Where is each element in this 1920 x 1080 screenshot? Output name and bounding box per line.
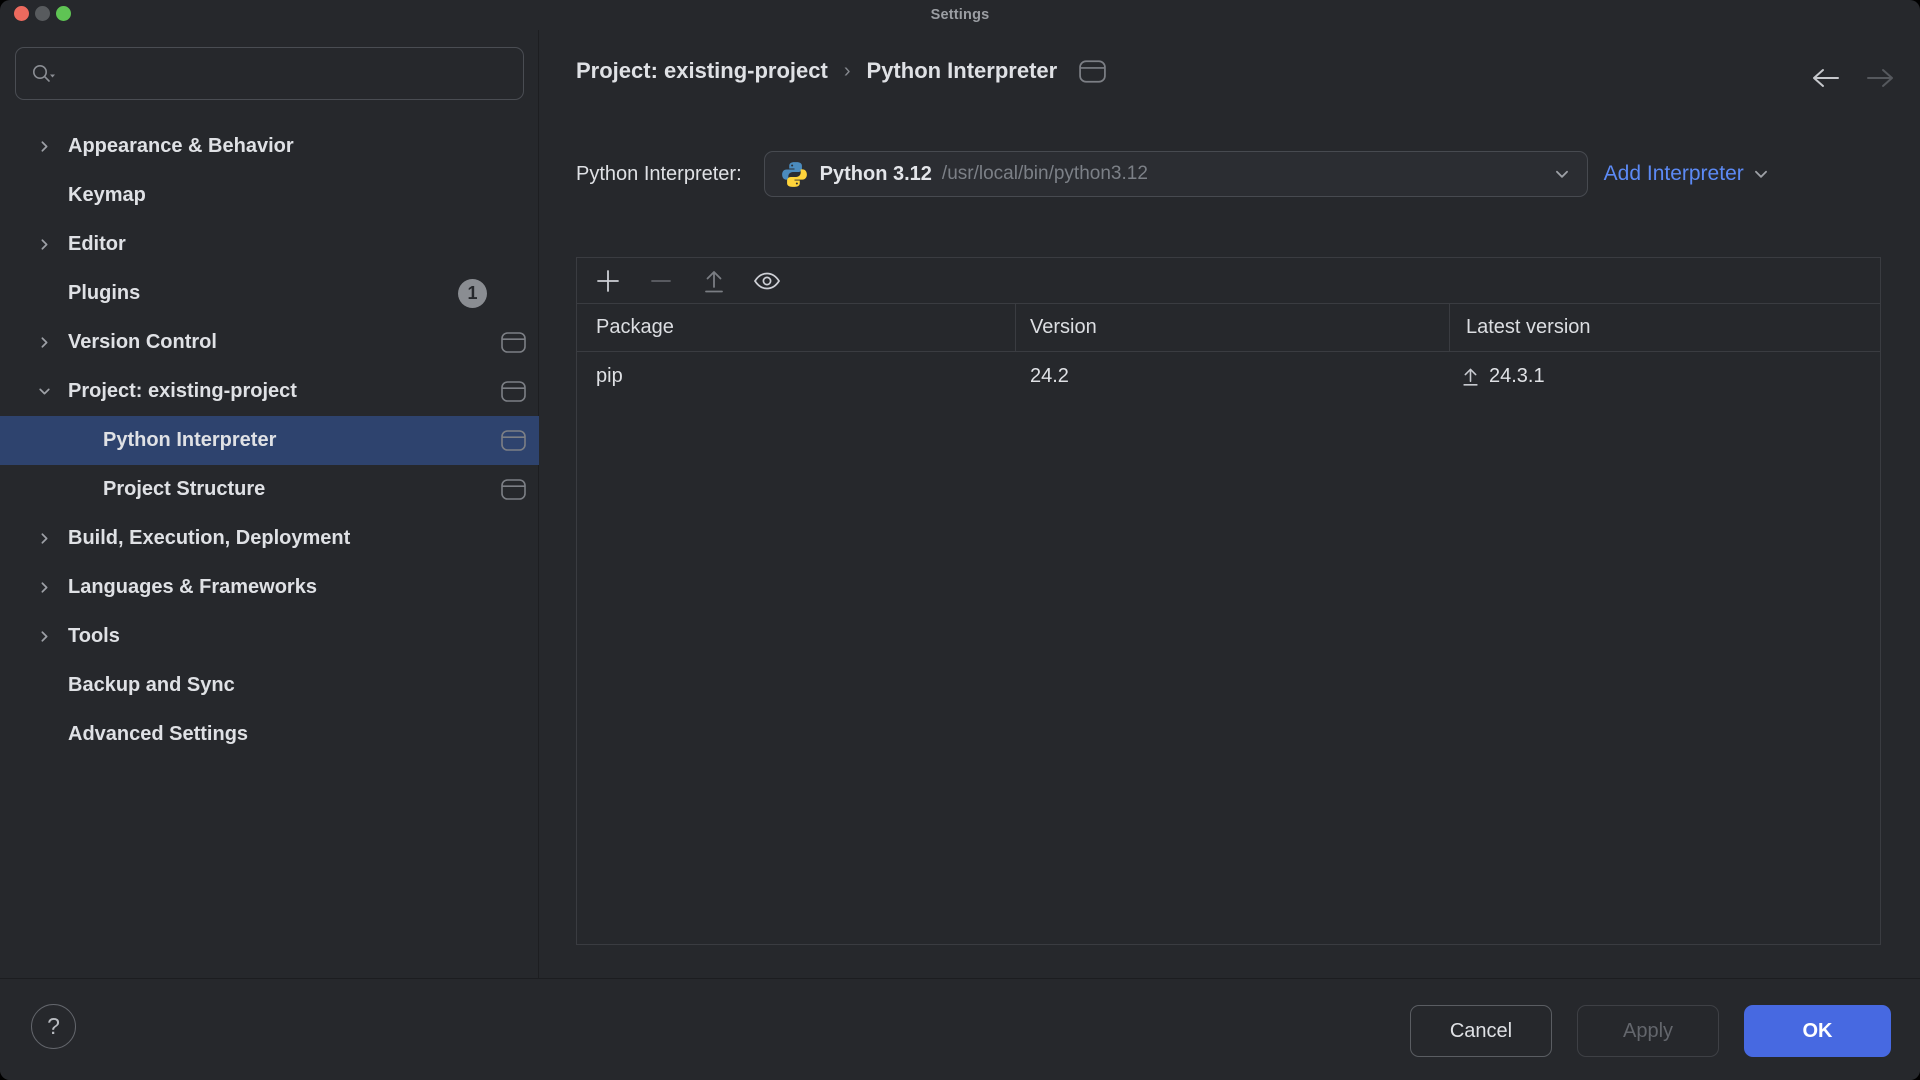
sidebar-item-label: Keymap: [68, 184, 146, 207]
add-interpreter-button[interactable]: Add Interpreter: [1604, 162, 1770, 186]
column-header-latest-version[interactable]: Latest version: [1466, 316, 1591, 339]
forward-arrow-icon[interactable]: [1864, 62, 1898, 94]
sidebar-item-languages-frameworks[interactable]: Languages & Frameworks: [0, 563, 539, 612]
sidebar-item-project-structure[interactable]: Project Structure: [0, 465, 539, 514]
chevron-down-icon: [1752, 165, 1770, 183]
interpreter-combobox[interactable]: Python 3.12 /usr/local/bin/python3.12: [764, 151, 1588, 197]
sidebar-item-project-existing-project[interactable]: Project: existing-project: [0, 367, 539, 416]
apply-button[interactable]: Apply: [1577, 1005, 1719, 1057]
sidebar-item-label: Build, Execution, Deployment: [68, 527, 350, 550]
settings-dialog: Settings Appearance & Behavior Keymap Ed…: [0, 0, 1920, 1080]
sidebar-item-advanced-settings[interactable]: Advanced Settings: [0, 710, 539, 759]
add-interpreter-label: Add Interpreter: [1604, 162, 1744, 186]
sidebar-item-label: Version Control: [68, 331, 217, 354]
sidebar-item-plugins[interactable]: Plugins 1: [0, 269, 539, 318]
uninstall-package-button[interactable]: [643, 263, 679, 299]
project-settings-icon: [501, 430, 526, 451]
sidebar-item-label: Backup and Sync: [68, 674, 235, 697]
help-label: ?: [47, 1013, 60, 1040]
plugins-count-badge: 1: [458, 279, 487, 308]
settings-tree: Appearance & Behavior Keymap Editor Plug…: [0, 122, 539, 759]
sidebar-item-backup-and-sync[interactable]: Backup and Sync: [0, 661, 539, 710]
column-header-version[interactable]: Version: [1030, 316, 1097, 339]
sidebar-item-keymap[interactable]: Keymap: [0, 171, 539, 220]
back-arrow-icon[interactable]: [1808, 62, 1842, 94]
python-logo-icon: [781, 161, 808, 188]
packages-table-header: Package Version Latest version: [577, 304, 1880, 352]
package-name: pip: [596, 365, 623, 388]
selected-interpreter-path: /usr/local/bin/python3.12: [942, 163, 1148, 185]
breadcrumb: Project: existing-project › Python Inter…: [576, 58, 1106, 84]
sidebar-item-label: Project: existing-project: [68, 380, 297, 403]
search-icon[interactable]: [30, 62, 56, 86]
sidebar-item-label: Plugins: [68, 282, 140, 305]
upgrade-icon[interactable]: [1461, 366, 1480, 387]
minimize-button[interactable]: [35, 6, 50, 21]
chevron-right-icon[interactable]: [34, 580, 54, 595]
sidebar-item-version-control[interactable]: Version Control: [0, 318, 539, 367]
install-package-button[interactable]: [590, 263, 626, 299]
sidebar-item-editor[interactable]: Editor: [0, 220, 539, 269]
help-button[interactable]: ?: [31, 1004, 76, 1049]
eye-icon[interactable]: [749, 263, 785, 299]
sidebar-item-label: Languages & Frameworks: [68, 576, 317, 599]
title-bar: Settings: [0, 0, 1920, 30]
sidebar-item-label: Editor: [68, 233, 126, 256]
chevron-right-icon[interactable]: [34, 139, 54, 154]
chevron-down-icon[interactable]: [1553, 165, 1571, 183]
selected-interpreter-name: Python 3.12: [820, 163, 932, 186]
sidebar-item-label: Project Structure: [103, 478, 265, 501]
project-settings-icon: [501, 479, 526, 500]
footer-buttons: Cancel Apply OK: [1410, 1005, 1891, 1057]
sidebar-item-label: Python Interpreter: [103, 429, 276, 452]
project-settings-icon: [501, 332, 526, 353]
packages-panel: Package Version Latest version pip 24.2 …: [576, 257, 1881, 945]
package-version: 24.2: [1030, 365, 1069, 388]
sidebar-item-python-interpreter[interactable]: Python Interpreter: [0, 416, 539, 465]
chevron-right-icon[interactable]: [34, 531, 54, 546]
column-header-package[interactable]: Package: [596, 316, 674, 339]
sidebar-item-build-execution-deployment[interactable]: Build, Execution, Deployment: [0, 514, 539, 563]
chevron-down-icon[interactable]: [34, 384, 54, 399]
cancel-button[interactable]: Cancel: [1410, 1005, 1552, 1057]
search-box[interactable]: [15, 47, 524, 100]
settings-sidebar: Appearance & Behavior Keymap Editor Plug…: [0, 30, 539, 978]
packages-toolbar: [577, 258, 1880, 304]
search-input[interactable]: [64, 62, 509, 86]
dialog-footer: ? Cancel Apply OK: [0, 978, 1920, 1080]
ok-button[interactable]: OK: [1744, 1005, 1891, 1057]
package-row-pip[interactable]: pip 24.2 24.3.1: [577, 352, 1880, 400]
project-settings-icon: [1079, 60, 1106, 83]
zoom-button[interactable]: [56, 6, 71, 21]
breadcrumb-separator: ›: [842, 60, 853, 83]
breadcrumb-project[interactable]: Project: existing-project: [576, 58, 828, 84]
sidebar-item-label: Appearance & Behavior: [68, 135, 294, 158]
chevron-right-icon[interactable]: [34, 335, 54, 350]
upgrade-package-button[interactable]: [696, 263, 732, 299]
close-button[interactable]: [14, 6, 29, 21]
window-title: Settings: [931, 7, 990, 23]
chevron-right-icon[interactable]: [34, 237, 54, 252]
sidebar-item-tools[interactable]: Tools: [0, 612, 539, 661]
project-settings-icon: [501, 381, 526, 402]
breadcrumb-page-title: Python Interpreter: [867, 58, 1058, 84]
history-navigation: [1808, 62, 1898, 94]
latest-version-value: 24.3.1: [1489, 365, 1545, 388]
package-latest-version[interactable]: 24.3.1: [1461, 365, 1545, 388]
sidebar-item-label: Advanced Settings: [68, 723, 248, 746]
sidebar-item-label: Tools: [68, 625, 120, 648]
sidebar-item-appearance-behavior[interactable]: Appearance & Behavior: [0, 122, 539, 171]
interpreter-row: Python Interpreter: Python 3.12 /usr/loc…: [576, 151, 1896, 197]
traffic-lights: [14, 6, 71, 21]
interpreter-label: Python Interpreter:: [576, 163, 742, 186]
chevron-right-icon[interactable]: [34, 629, 54, 644]
